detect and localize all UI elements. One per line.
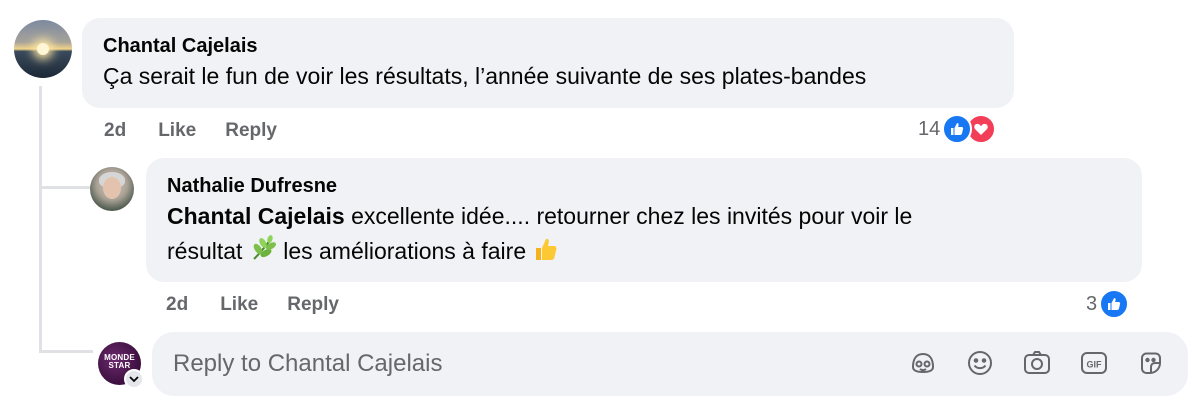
thread-line [39,86,42,352]
reply-input[interactable]: Reply to Chantal Cajelais GIF [152,332,1188,396]
thumbs-up-emoji [533,235,559,273]
reply-button[interactable]: Reply [225,120,277,142]
chevron-down-icon[interactable] [124,369,144,389]
reply-bubble: Nathalie Dufresne Chantal Cajelais excel… [146,158,1142,282]
reply-placeholder: Reply to Chantal Cajelais [173,350,443,377]
reply-button[interactable]: Reply [287,294,339,316]
like-icon [942,114,973,144]
reply-actions: 2d Like Reply [166,294,339,316]
camera-icon[interactable] [1022,348,1052,378]
reply-text: Chantal Cajelais excellente idée.... ret… [167,199,1121,273]
svg-text:GIF: GIF [1087,360,1103,370]
avatar[interactable] [14,20,72,78]
gif-icon[interactable]: GIF [1079,348,1109,378]
reply-timestamp[interactable]: 2d [166,294,188,316]
avatar-sticker-icon[interactable] [908,348,938,378]
composer-tools: GIF [908,348,1166,378]
like-icon [1099,289,1130,319]
reply-author[interactable]: Nathalie Dufresne [167,173,1121,199]
thread-branch [39,186,93,189]
herb-emoji [249,235,277,273]
comment-author[interactable]: Chantal Cajelais [103,33,993,59]
mention-link[interactable]: Chantal Cajelais [167,203,345,229]
comment-actions: 2d Like Reply [104,120,277,142]
thread-branch [39,350,93,353]
like-button[interactable]: Like [158,120,196,142]
like-button[interactable]: Like [220,294,258,316]
sticker-icon[interactable] [1136,348,1166,378]
avatar[interactable] [90,167,134,211]
comment-bubble: Chantal Cajelais Ça serait le fun de voi… [82,18,1014,108]
reaction-summary[interactable]: 3 [1086,289,1130,319]
reaction-count: 3 [1086,292,1098,315]
reaction-summary[interactable]: 14 [918,114,997,144]
comment-text: Ça serait le fun de voir les résultats, … [103,63,867,89]
comment-timestamp[interactable]: 2d [104,120,126,142]
reaction-count: 14 [918,117,941,140]
emoji-icon[interactable] [965,348,995,378]
